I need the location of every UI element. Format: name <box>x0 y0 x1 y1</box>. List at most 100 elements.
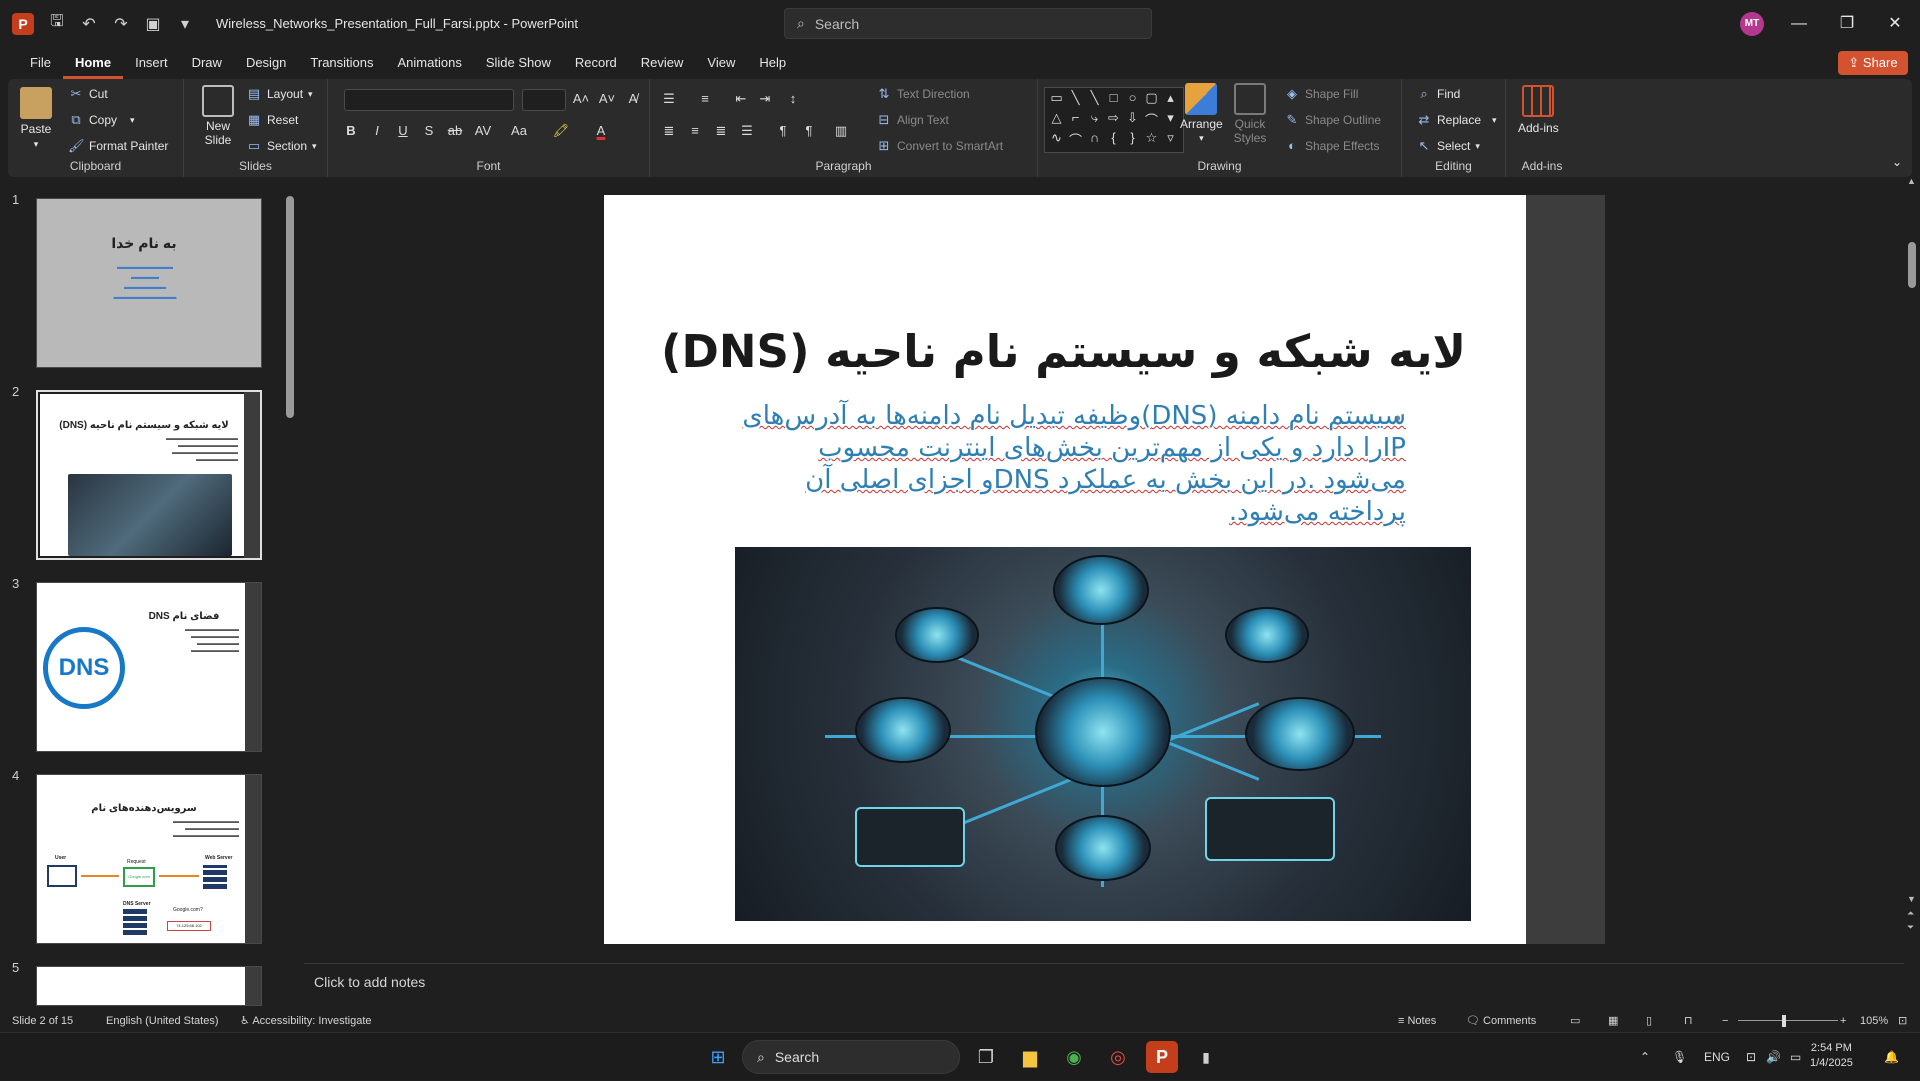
tab-insert[interactable]: Insert <box>123 47 180 79</box>
slide-thumbnail-4[interactable]: سرویس‌دهنده‌های نام ▬▬▬▬▬▬▬▬▬▬▬ ▬▬▬▬▬▬▬▬▬… <box>36 774 262 944</box>
font-name-dropdown[interactable] <box>344 89 514 111</box>
copy-button[interactable]: ⧉ Copy ▾ <box>68 112 134 128</box>
arc-shape-icon[interactable]: ⌒ <box>1066 130 1085 150</box>
columns-icon[interactable]: ▥ <box>830 123 852 139</box>
save-icon[interactable]: 🖫 <box>48 10 66 37</box>
align-right-icon[interactable]: ≣ <box>710 123 732 139</box>
tab-review[interactable]: Review <box>629 47 696 79</box>
oval-shape-icon[interactable]: ○ <box>1123 90 1142 110</box>
layout-button[interactable]: ▤ Layout ▾ <box>246 86 313 102</box>
tab-design[interactable]: Design <box>234 47 298 79</box>
tray-overflow-icon[interactable]: ⌃ <box>1640 1033 1650 1081</box>
cut-button[interactable]: ✂ Cut <box>68 86 108 102</box>
zoom-out-icon[interactable]: − <box>1722 1010 1728 1032</box>
task-view-icon[interactable]: ❐ <box>970 1041 1002 1073</box>
reset-button[interactable]: ▦ Reset <box>246 112 299 128</box>
bold-icon[interactable]: B <box>340 123 362 138</box>
font-size-dropdown[interactable] <box>522 89 566 111</box>
next-slide-icon[interactable]: ⏷ <box>1907 922 1914 933</box>
find-button[interactable]: ⌕ Find <box>1416 86 1460 102</box>
windows-start-icon[interactable]: ⊞ <box>702 1041 734 1073</box>
rectangle-shape-icon[interactable]: □ <box>1104 90 1123 110</box>
slideshow-icon[interactable]: ⊓ <box>1684 1010 1693 1032</box>
text-direction-button[interactable]: ⇅ Text Direction <box>876 86 970 102</box>
grow-font-icon[interactable]: A˄ <box>570 91 592 106</box>
tab-record[interactable]: Record <box>563 47 629 79</box>
textbox-shape-icon[interactable]: ▭ <box>1047 90 1066 110</box>
change-case-icon[interactable]: Aa <box>508 123 530 138</box>
more-shapes-icon[interactable]: ▿ <box>1161 130 1180 150</box>
volume-icon[interactable]: 🔊 <box>1766 1033 1781 1081</box>
connector-shape-icon[interactable]: ⤷ <box>1085 110 1104 130</box>
align-center-icon[interactable]: ≡ <box>684 123 706 138</box>
dns-network-image[interactable] <box>735 547 1471 921</box>
avatar[interactable]: MT <box>1740 12 1764 36</box>
terminal-icon[interactable]: ▮ <box>1190 1041 1222 1073</box>
microphone-icon[interactable]: 🎙 <box>1672 1033 1687 1081</box>
taskbar-search[interactable]: ⌕ Search <box>742 1040 960 1074</box>
scrollbar-thumb[interactable] <box>1908 242 1916 288</box>
present-icon[interactable]: ▣ <box>144 14 162 34</box>
comments-button[interactable]: 🗨 Comments <box>1466 1010 1536 1032</box>
line-shape-icon[interactable]: ╲ <box>1066 90 1085 110</box>
ltr-icon[interactable]: ¶ <box>798 123 820 138</box>
tab-home[interactable]: Home <box>62 47 124 79</box>
convert-smartart-button[interactable]: ⊞ Convert to SmartArt <box>876 138 1003 154</box>
align-left-icon[interactable]: ≣ <box>658 123 680 139</box>
redo-icon[interactable]: ↷ <box>112 14 130 34</box>
paste-button[interactable]: Paste ▾ <box>20 87 52 150</box>
line-spacing-icon[interactable]: ↕ <box>782 91 804 106</box>
previous-slide-icon[interactable]: ⏶ <box>1907 908 1914 919</box>
shape-effects-button[interactable]: ◐ Shape Effects <box>1284 138 1379 153</box>
notes-pane[interactable]: Click to add notes <box>304 963 1904 999</box>
justify-icon[interactable]: ☰ <box>736 123 758 139</box>
replace-button[interactable]: ⇄ Replace ▾ <box>1416 112 1497 128</box>
tab-help[interactable]: Help <box>747 47 798 79</box>
font-color-icon[interactable]: A <box>590 123 612 138</box>
notification-bell-icon[interactable]: 🔔 <box>1884 1033 1899 1081</box>
chevron-down-icon[interactable]: ▾ <box>1161 110 1180 130</box>
align-text-button[interactable]: ⊟ Align Text <box>876 112 949 128</box>
input-language[interactable]: ENG <box>1704 1033 1730 1081</box>
scroll-down-icon[interactable]: ▼ <box>1907 894 1916 904</box>
slide-sorter-icon[interactable]: ▦ <box>1608 1010 1618 1032</box>
rtl-icon[interactable]: ¶ <box>772 123 794 138</box>
char-spacing-icon[interactable]: AV <box>472 123 494 138</box>
rounded-rect-shape-icon[interactable]: ▢ <box>1142 90 1161 110</box>
shapes-gallery[interactable]: ▭ ╲ ╲ □ ○ ▢ ▴ △ ⌐ ⤷ ⇨ ⇩ ⌒ ▾ ∿ ⌒ ∩{} ☆ ▿ <box>1044 87 1184 153</box>
increase-indent-icon[interactable]: ⇥ <box>754 91 776 107</box>
decrease-indent-icon[interactable]: ⇤ <box>730 91 752 107</box>
tab-view[interactable]: View <box>695 47 747 79</box>
taskbar-clock[interactable]: 2:54 PM 1/4/2025 <box>1810 1041 1853 1071</box>
underline-icon[interactable]: U <box>392 123 414 138</box>
search-input[interactable]: ⌕ Search <box>784 8 1152 39</box>
brace-shape-icon[interactable]: } <box>1123 130 1142 150</box>
tab-transitions[interactable]: Transitions <box>298 47 385 79</box>
scrollbar-thumb[interactable] <box>286 196 294 418</box>
zoom-slider[interactable] <box>1738 1020 1838 1021</box>
brace-shape-icon[interactable]: { <box>1104 130 1123 150</box>
zoom-level[interactable]: 105% <box>1860 1010 1888 1032</box>
connector-shape-icon[interactable]: ⌐ <box>1066 110 1085 130</box>
scroll-up-icon[interactable]: ▲ <box>1907 176 1916 186</box>
new-slide-button[interactable]: New Slide <box>196 85 240 147</box>
shape-outline-button[interactable]: ✎ Shape Outline <box>1284 112 1382 128</box>
powerpoint-taskbar-icon[interactable]: P <box>1146 1041 1178 1073</box>
arrow-right-shape-icon[interactable]: ⇨ <box>1104 110 1123 130</box>
tab-slide-show[interactable]: Slide Show <box>474 47 563 79</box>
normal-view-icon[interactable]: ▭ <box>1570 1010 1580 1032</box>
shrink-font-icon[interactable]: A˅ <box>596 91 618 106</box>
slide-editor[interactable]: لایه شبکه و سیستم نام ناحیه (DNS) • سیست… <box>604 195 1526 944</box>
file-explorer-icon[interactable]: ▆ <box>1014 1041 1046 1073</box>
minimize-icon[interactable]: — <box>1776 0 1822 47</box>
reading-view-icon[interactable]: ▯ <box>1646 1010 1652 1032</box>
slide-scrollbar[interactable]: ▲ ▼ ⏶ ⏷ <box>1906 176 1918 960</box>
network-icon[interactable]: ⊡ <box>1746 1033 1756 1081</box>
tab-animations[interactable]: Animations <box>386 47 474 79</box>
notes-toggle-button[interactable]: ≡ Notes <box>1398 1010 1436 1032</box>
customize-qat-icon[interactable]: ▾ <box>176 14 194 34</box>
collapse-ribbon-icon[interactable]: ⌄ <box>1892 155 1902 169</box>
accessibility-status[interactable]: ♿ Accessibility: Investigate <box>240 1010 372 1032</box>
app-icon[interactable]: ◎ <box>1102 1041 1134 1073</box>
bullets-icon[interactable]: ☰ <box>658 91 680 107</box>
